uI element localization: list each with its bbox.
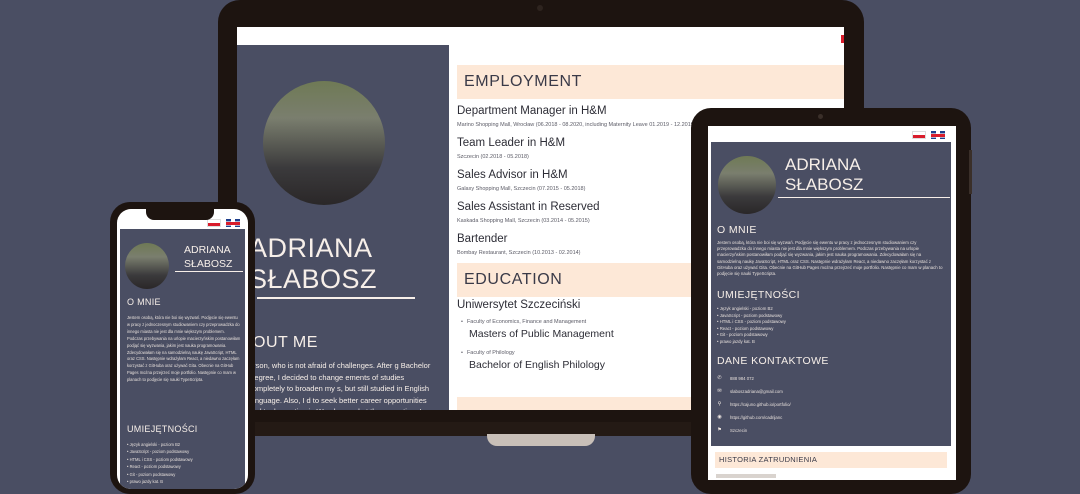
job-title: Department Manager in H&M	[457, 105, 607, 117]
name-underline	[175, 271, 243, 272]
contact-text[interactable]: 888 984 072	[730, 376, 754, 381]
first-name: ADRIANA	[184, 244, 231, 256]
degree-name: Masters of Public Management	[469, 328, 614, 340]
history-first-entry	[716, 474, 776, 478]
phone-screen: ADRIANA SŁABOSZ O MNIE Jestem osobą, któ…	[117, 209, 248, 489]
location-icon: ⚑	[717, 427, 722, 433]
last-name: SŁABOSZ	[785, 175, 864, 194]
job-title: Sales Assistant in Reserved	[457, 201, 600, 213]
flag-pl-icon[interactable]	[912, 131, 926, 139]
job-details: Galaxy Shopping Mall, Szczecin (07.2015 …	[457, 186, 586, 192]
github-icon: ◉	[717, 414, 722, 420]
job-title: Team Leader in H&M	[457, 137, 566, 149]
flag-pl-icon[interactable]	[841, 35, 844, 43]
contact-text[interactable]: https://cajuno.github.io/portfolio/	[730, 402, 791, 407]
faculty-name: Faculty of Economics, Finance and Manage…	[461, 319, 586, 325]
tablet-side-button	[969, 150, 972, 194]
about-heading: OUT ME	[253, 334, 318, 351]
skills-heading: UMIEJĘTNOŚCI	[717, 289, 800, 301]
phone-sidebar: ADRIANA SŁABOSZ O MNIE Jestem osobą, któ…	[120, 229, 245, 489]
skill-item: React - poziom podstawowy	[127, 463, 193, 470]
about-heading: O MNIE	[717, 224, 757, 236]
last-name: SŁABOSZ	[184, 258, 233, 270]
contact-text[interactable]: Szczecin	[730, 428, 747, 433]
tablet-camera	[818, 114, 823, 119]
skill-item: prawo jazdy kat. B	[717, 339, 786, 346]
history-heading: HISTORIA ZATRUDNIENIA	[715, 452, 947, 468]
job-details: Szczecin (02.2018 - 05.2018)	[457, 154, 529, 160]
employment-heading: EMPLOYMENT	[457, 65, 844, 99]
profile-photo	[718, 156, 776, 214]
skills-list: Język angielski - poziom B2JavaScript - …	[127, 441, 193, 485]
about-text: erson, who is not afraid of challenges. …	[249, 361, 437, 410]
profile-photo	[263, 81, 385, 205]
about-text: Jestem osobą, która nie boi się wyzwań. …	[717, 240, 943, 277]
contact-row[interactable]: ⚲ https://cajuno.github.io/portfolio/	[717, 401, 791, 407]
profile-name: ADRIANA SŁABOSZ	[249, 233, 449, 295]
about-heading: O MNIE	[127, 297, 161, 307]
phone-icon: ✆	[717, 375, 722, 381]
name-underline	[257, 297, 415, 299]
contact-text[interactable]: https://github.com/cadrijanc	[730, 415, 782, 420]
tablet-sidebar: ADRIANA SŁABOSZ O MNIE Jestem osobą, któ…	[711, 142, 951, 446]
skill-item: prawo jazdy kat. B	[127, 478, 193, 485]
contact-row[interactable]: ◉ https://github.com/cadrijanc	[717, 414, 782, 420]
skill-item: HTML i CSS - poziom podstawowy	[127, 456, 193, 463]
profile-photo	[125, 243, 169, 289]
faculty-name: Faculty of Philology	[461, 350, 515, 356]
skill-item: JavaScript - poziom podstawowy	[127, 448, 193, 455]
job-details: Kaskada Shopping Mall, Szczecin (03.2014…	[457, 218, 590, 224]
contact-heading: DANE KONTAKTOWE	[717, 355, 829, 367]
contact-row[interactable]: ✆ 888 984 072	[717, 375, 754, 381]
job-details: Marino Shopping Mall, Wrocław (06.2018 -…	[457, 122, 696, 128]
degree-name: Bachelor of English Philology	[469, 359, 605, 371]
tablet-screen: ADRIANA SŁABOSZ O MNIE Jestem osobą, któ…	[708, 126, 956, 480]
profile-name: ADRIANA SŁABOSZ	[785, 155, 863, 195]
first-name: ADRIANA	[249, 233, 373, 263]
flag-uk-icon[interactable]	[226, 219, 240, 227]
link-icon: ⚲	[717, 401, 722, 407]
laptop-camera	[537, 5, 543, 11]
laptop-notch	[487, 434, 595, 446]
job-details: Bombay Restaurant, Szczecin (10.2013 - 0…	[457, 250, 581, 256]
last-name: SŁABOSZ	[249, 264, 378, 294]
flag-uk-icon[interactable]	[931, 131, 945, 139]
phone-notch	[146, 208, 214, 220]
skill-item: Git - poziom podstawowy	[127, 471, 193, 478]
skill-item: Język angielski - poziom B2	[127, 441, 193, 448]
contact-row[interactable]: ✉ slaboszadriana@gmail.com	[717, 388, 783, 394]
skills-list: Język angielski - poziom B2JavaScript - …	[717, 306, 786, 345]
job-title: Sales Advisor in H&M	[457, 169, 568, 181]
name-underline	[778, 197, 950, 198]
flag-pl-icon[interactable]	[207, 219, 221, 227]
contact-text[interactable]: slaboszadriana@gmail.com	[730, 389, 783, 394]
laptop-sidebar: ADRIANA SŁABOSZ OUT ME erson, who is not…	[237, 45, 449, 410]
skill-item: HTML i CSS - poziom podstawowy	[717, 319, 786, 326]
school-name: Uniwersytet Szczeciński	[457, 299, 581, 311]
skills-heading: UMIEJĘTNOŚCI	[127, 424, 198, 434]
email-icon: ✉	[717, 388, 722, 394]
profile-name: ADRIANA SŁABOSZ	[184, 243, 232, 271]
first-name: ADRIANA	[785, 155, 861, 174]
about-text: Jestem osobą, która nie boi się wyzwań. …	[127, 315, 241, 383]
laptop-top-bar	[237, 27, 844, 45]
job-title: Bartender	[457, 233, 508, 245]
contact-row[interactable]: ⚑ Szczecin	[717, 427, 747, 433]
